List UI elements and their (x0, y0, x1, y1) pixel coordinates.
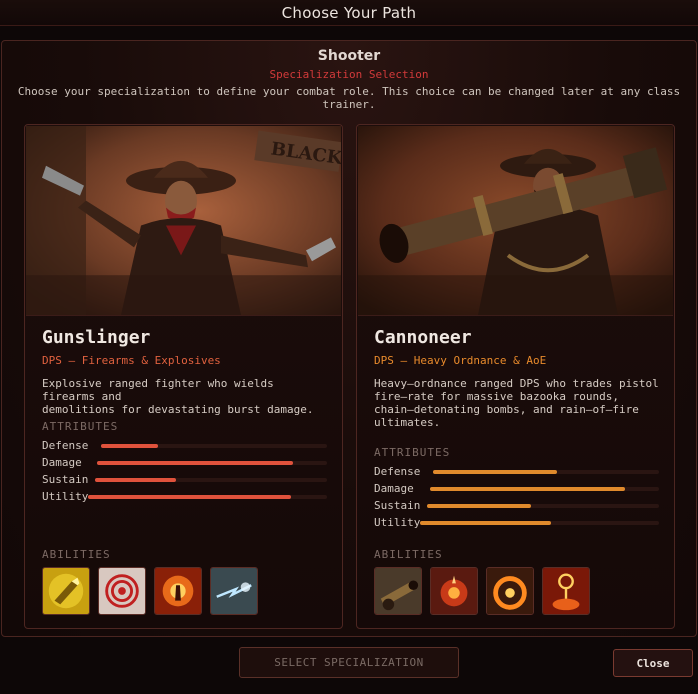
attribute-label: Sustain (374, 499, 421, 512)
spec-description: Explosive ranged fighter who wields fire… (42, 377, 314, 416)
attributes-heading: ATTRIBUTES (374, 446, 451, 459)
window-title: Choose Your Path (281, 4, 417, 22)
attribute-label: Sustain (42, 473, 89, 486)
attribute-label: Defense (374, 465, 421, 478)
abilities-row (374, 567, 590, 615)
attribute-bar-fill (427, 504, 532, 508)
attribute-bar (88, 495, 327, 499)
abilities-heading: ABILITIES (42, 548, 111, 561)
title-bar: Choose Your Path (0, 0, 698, 26)
attribute-sustain: Sustain (42, 473, 327, 487)
attribute-bar (433, 470, 659, 474)
attribute-bar (427, 504, 659, 508)
attribute-bar (95, 478, 327, 482)
select-specialization-button[interactable]: SELECT SPECIALIZATION (239, 647, 459, 678)
close-button[interactable]: Close (613, 649, 693, 677)
fire-explosion-icon[interactable] (154, 567, 202, 615)
spec-name: Cannoneer (374, 327, 472, 348)
attribute-bar-fill (430, 487, 625, 491)
cannoneer-portrait (358, 126, 673, 316)
attribute-bar-fill (101, 444, 158, 448)
spec-card-cannoneer[interactable]: Cannoneer DPS — Heavy Ordnance & AoE Hea… (356, 124, 675, 629)
attribute-label: Utility (374, 516, 421, 529)
cannon-icon[interactable] (374, 567, 422, 615)
attribute-bar-fill (97, 461, 293, 465)
spec-role: DPS — Firearms & Explosives (42, 354, 221, 367)
attribute-bar (97, 461, 327, 465)
target-reticle-icon[interactable] (98, 567, 146, 615)
attribute-bar-fill (420, 521, 552, 525)
attribute-bar (430, 487, 659, 491)
attribute-label: Damage (374, 482, 414, 495)
panel-subtitle: Specialization Selection (269, 68, 429, 81)
abilities-row (42, 567, 258, 615)
abilities-heading: ABILITIES (374, 548, 443, 561)
attribute-defense: Defense (42, 439, 327, 453)
spec-card-gunslinger[interactable]: BLACK Gunslinger DPS — Firearms & Explos… (24, 124, 343, 629)
attribute-bar-fill (433, 470, 558, 474)
golden-bullet-icon[interactable] (42, 567, 90, 615)
attributes-heading: ATTRIBUTES (42, 420, 119, 433)
attribute-bar (101, 444, 327, 448)
attribute-label: Damage (42, 456, 82, 469)
gunslinger-portrait: BLACK (26, 126, 341, 316)
electric-shot-icon[interactable] (210, 567, 258, 615)
attribute-label: Utility (42, 490, 89, 503)
attribute-bar-fill (88, 495, 292, 499)
attribute-utility: Utility (42, 490, 327, 504)
attribute-damage: Damage (374, 482, 659, 496)
spec-role: DPS — Heavy Ordnance & AoE (374, 354, 547, 367)
attribute-damage: Damage (42, 456, 327, 470)
class-name: Shooter (317, 48, 381, 64)
attribute-bar (420, 521, 659, 525)
fire-ring-icon[interactable] (486, 567, 534, 615)
spec-name: Gunslinger (42, 327, 151, 348)
panel-description: Choose your specialization to define you… (17, 85, 681, 111)
bomb-blast-icon[interactable] (430, 567, 478, 615)
attribute-sustain: Sustain (374, 499, 659, 513)
rain-of-fire-icon[interactable] (542, 567, 590, 615)
attribute-utility: Utility (374, 516, 659, 530)
attribute-defense: Defense (374, 465, 659, 479)
attribute-label: Defense (42, 439, 89, 452)
attribute-bar-fill (95, 478, 177, 482)
spec-description: Heavy—ordnance ranged DPS who trades pis… (374, 377, 659, 429)
